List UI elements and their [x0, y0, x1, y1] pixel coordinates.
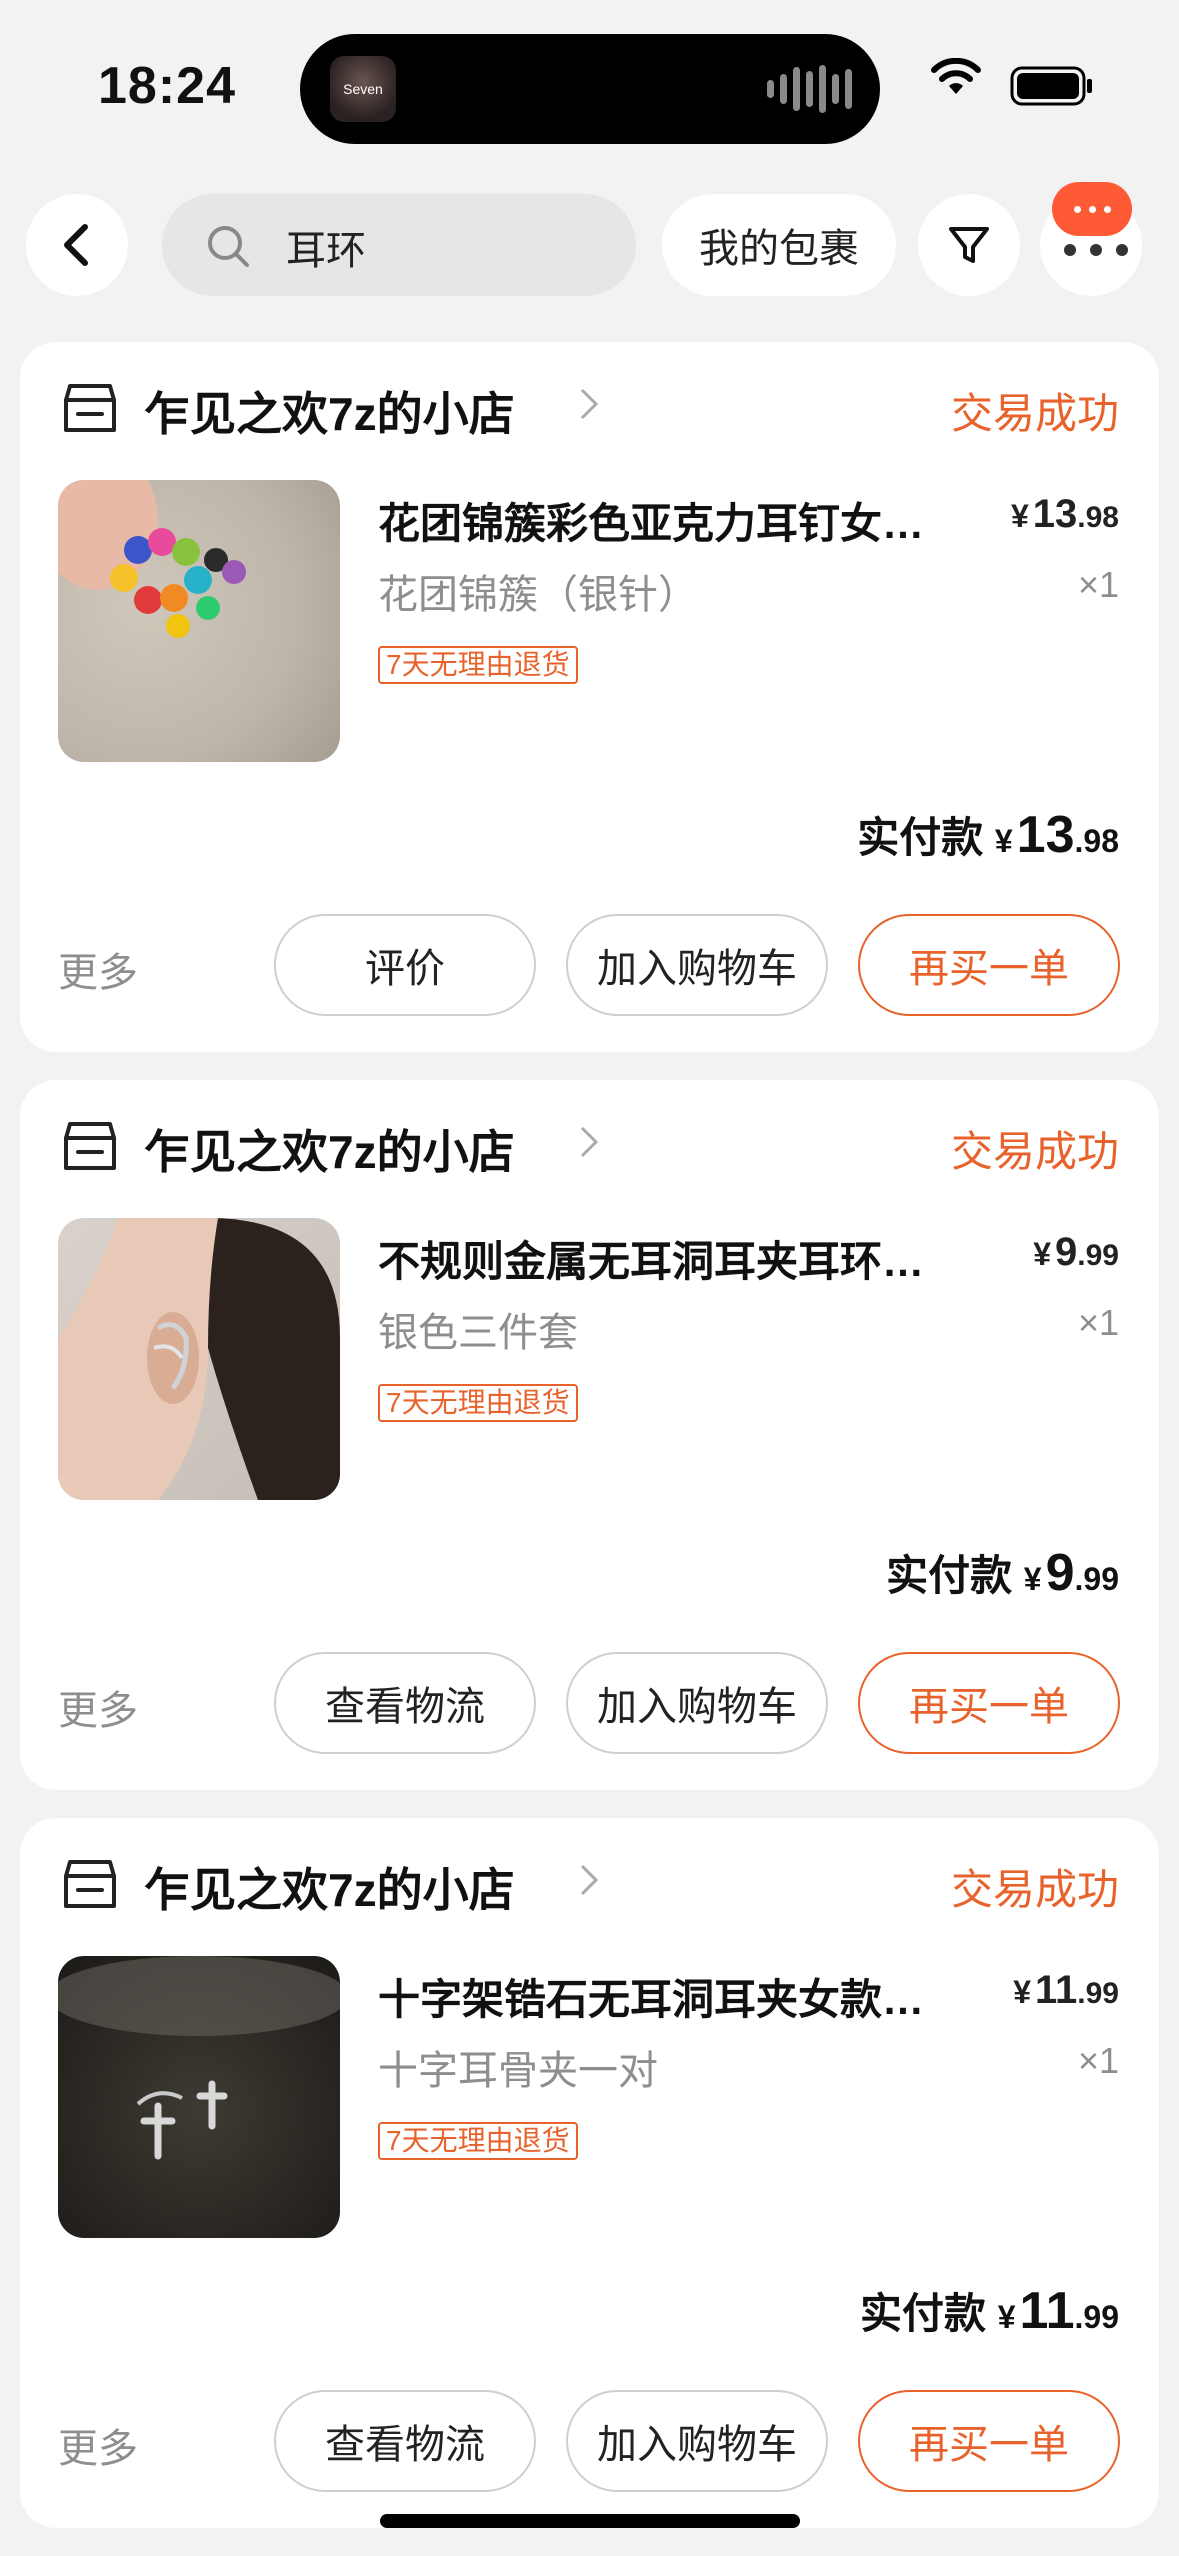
order-status: 交易成功: [950, 390, 1119, 437]
home-indicator[interactable]: [380, 2514, 800, 2528]
back-button[interactable]: [26, 194, 128, 296]
order-status: 交易成功: [950, 1128, 1119, 1175]
chevron-right-icon: [580, 1864, 599, 1896]
amount-paid: 实付款 ¥11.99: [860, 2282, 1119, 2340]
shop-name[interactable]: 乍见之欢7z的小店: [144, 378, 515, 444]
buy-again-button[interactable]: 再买一单: [858, 1652, 1120, 1754]
more-link[interactable]: 更多: [58, 2416, 138, 2474]
my-packages-button[interactable]: 我的包裹: [662, 194, 896, 296]
view-logistics-button[interactable]: 查看物流: [274, 1652, 536, 1754]
product-variant: 十字耳骨夹一对: [378, 2049, 658, 2093]
more-icon: [1064, 244, 1128, 256]
status-time: 18:24: [98, 57, 236, 115]
more-link[interactable]: 更多: [58, 1678, 138, 1736]
return-policy-badge: 7天无理由退货: [378, 2122, 578, 2160]
add-to-cart-button[interactable]: 加入购物车: [566, 914, 828, 1016]
dynamic-island[interactable]: Seven: [300, 34, 880, 144]
product-thumbnail[interactable]: [58, 1218, 340, 1500]
filter-icon: [949, 227, 989, 263]
product-variant: 花团锦簇（银针）: [378, 573, 698, 617]
quantity: ×1: [1077, 564, 1119, 605]
product-title[interactable]: 不规则金属无耳洞耳夹耳环…: [378, 1228, 988, 1289]
unit-price: ¥11.99: [1013, 1968, 1119, 2012]
amount-paid: 实付款 ¥9.99: [886, 1544, 1119, 1602]
back-icon: [64, 224, 88, 266]
unit-price: ¥9.99: [1033, 1230, 1119, 1274]
unit-price: ¥13.98: [1010, 492, 1119, 536]
return-policy-badge: 7天无理由退货: [378, 1384, 578, 1422]
filter-button[interactable]: [918, 194, 1020, 296]
quantity: ×1: [1077, 1302, 1119, 1343]
shop-icon: [64, 1122, 116, 1170]
island-app-icon: Seven: [330, 56, 396, 122]
view-logistics-button[interactable]: 查看物流: [274, 2390, 536, 2492]
buy-again-button[interactable]: 再买一单: [858, 914, 1120, 1016]
chevron-right-icon: [580, 1126, 599, 1158]
product-title[interactable]: 十字架锆石无耳洞耳夹女款…: [378, 1966, 988, 2027]
audio-wave-icon: [767, 64, 852, 114]
search-query: 耳环: [286, 229, 366, 273]
more-link[interactable]: 更多: [58, 940, 138, 998]
review-button[interactable]: 评价: [274, 914, 536, 1016]
quantity: ×1: [1077, 2040, 1119, 2081]
message-badge[interactable]: [1052, 182, 1132, 236]
search-input[interactable]: 耳环: [162, 194, 636, 296]
buy-again-button[interactable]: 再买一单: [858, 2390, 1120, 2492]
amount-paid: 实付款 ¥13.98: [857, 806, 1119, 864]
wifi-icon: [931, 58, 981, 94]
battery-icon: [1010, 66, 1092, 106]
product-title[interactable]: 花团锦簇彩色亚克力耳钉女…: [378, 490, 988, 551]
return-policy-badge: 7天无理由退货: [378, 646, 578, 684]
shop-name[interactable]: 乍见之欢7z的小店: [144, 1854, 515, 1920]
add-to-cart-button[interactable]: 加入购物车: [566, 1652, 828, 1754]
status-bar: 18:24 Seven: [0, 0, 1179, 170]
shop-icon: [64, 384, 116, 432]
search-icon: [208, 226, 249, 267]
order-card[interactable]: 乍见之欢7z的小店 交易成功 十字架锆石无耳洞耳夹女款… ¥11.99 十字耳骨…: [20, 1818, 1159, 2528]
chevron-right-icon: [580, 388, 599, 420]
product-thumbnail[interactable]: [58, 1956, 340, 2238]
product-variant: 银色三件套: [378, 1311, 578, 1355]
order-card[interactable]: 乍见之欢7z的小店 交易成功 花团锦簇彩色亚克力耳钉女… ¥13.98 花团锦簇…: [20, 342, 1159, 1052]
product-thumbnail[interactable]: [58, 480, 340, 762]
order-status: 交易成功: [950, 1866, 1119, 1913]
order-card[interactable]: 乍见之欢7z的小店 交易成功 不规则金属无耳洞耳夹耳环… ¥9.99 银色三件套…: [20, 1080, 1159, 1790]
shop-icon: [64, 1860, 116, 1908]
add-to-cart-button[interactable]: 加入购物车: [566, 2390, 828, 2492]
shop-name[interactable]: 乍见之欢7z的小店: [144, 1116, 515, 1182]
top-bar: 耳环 我的包裹: [0, 190, 1179, 300]
